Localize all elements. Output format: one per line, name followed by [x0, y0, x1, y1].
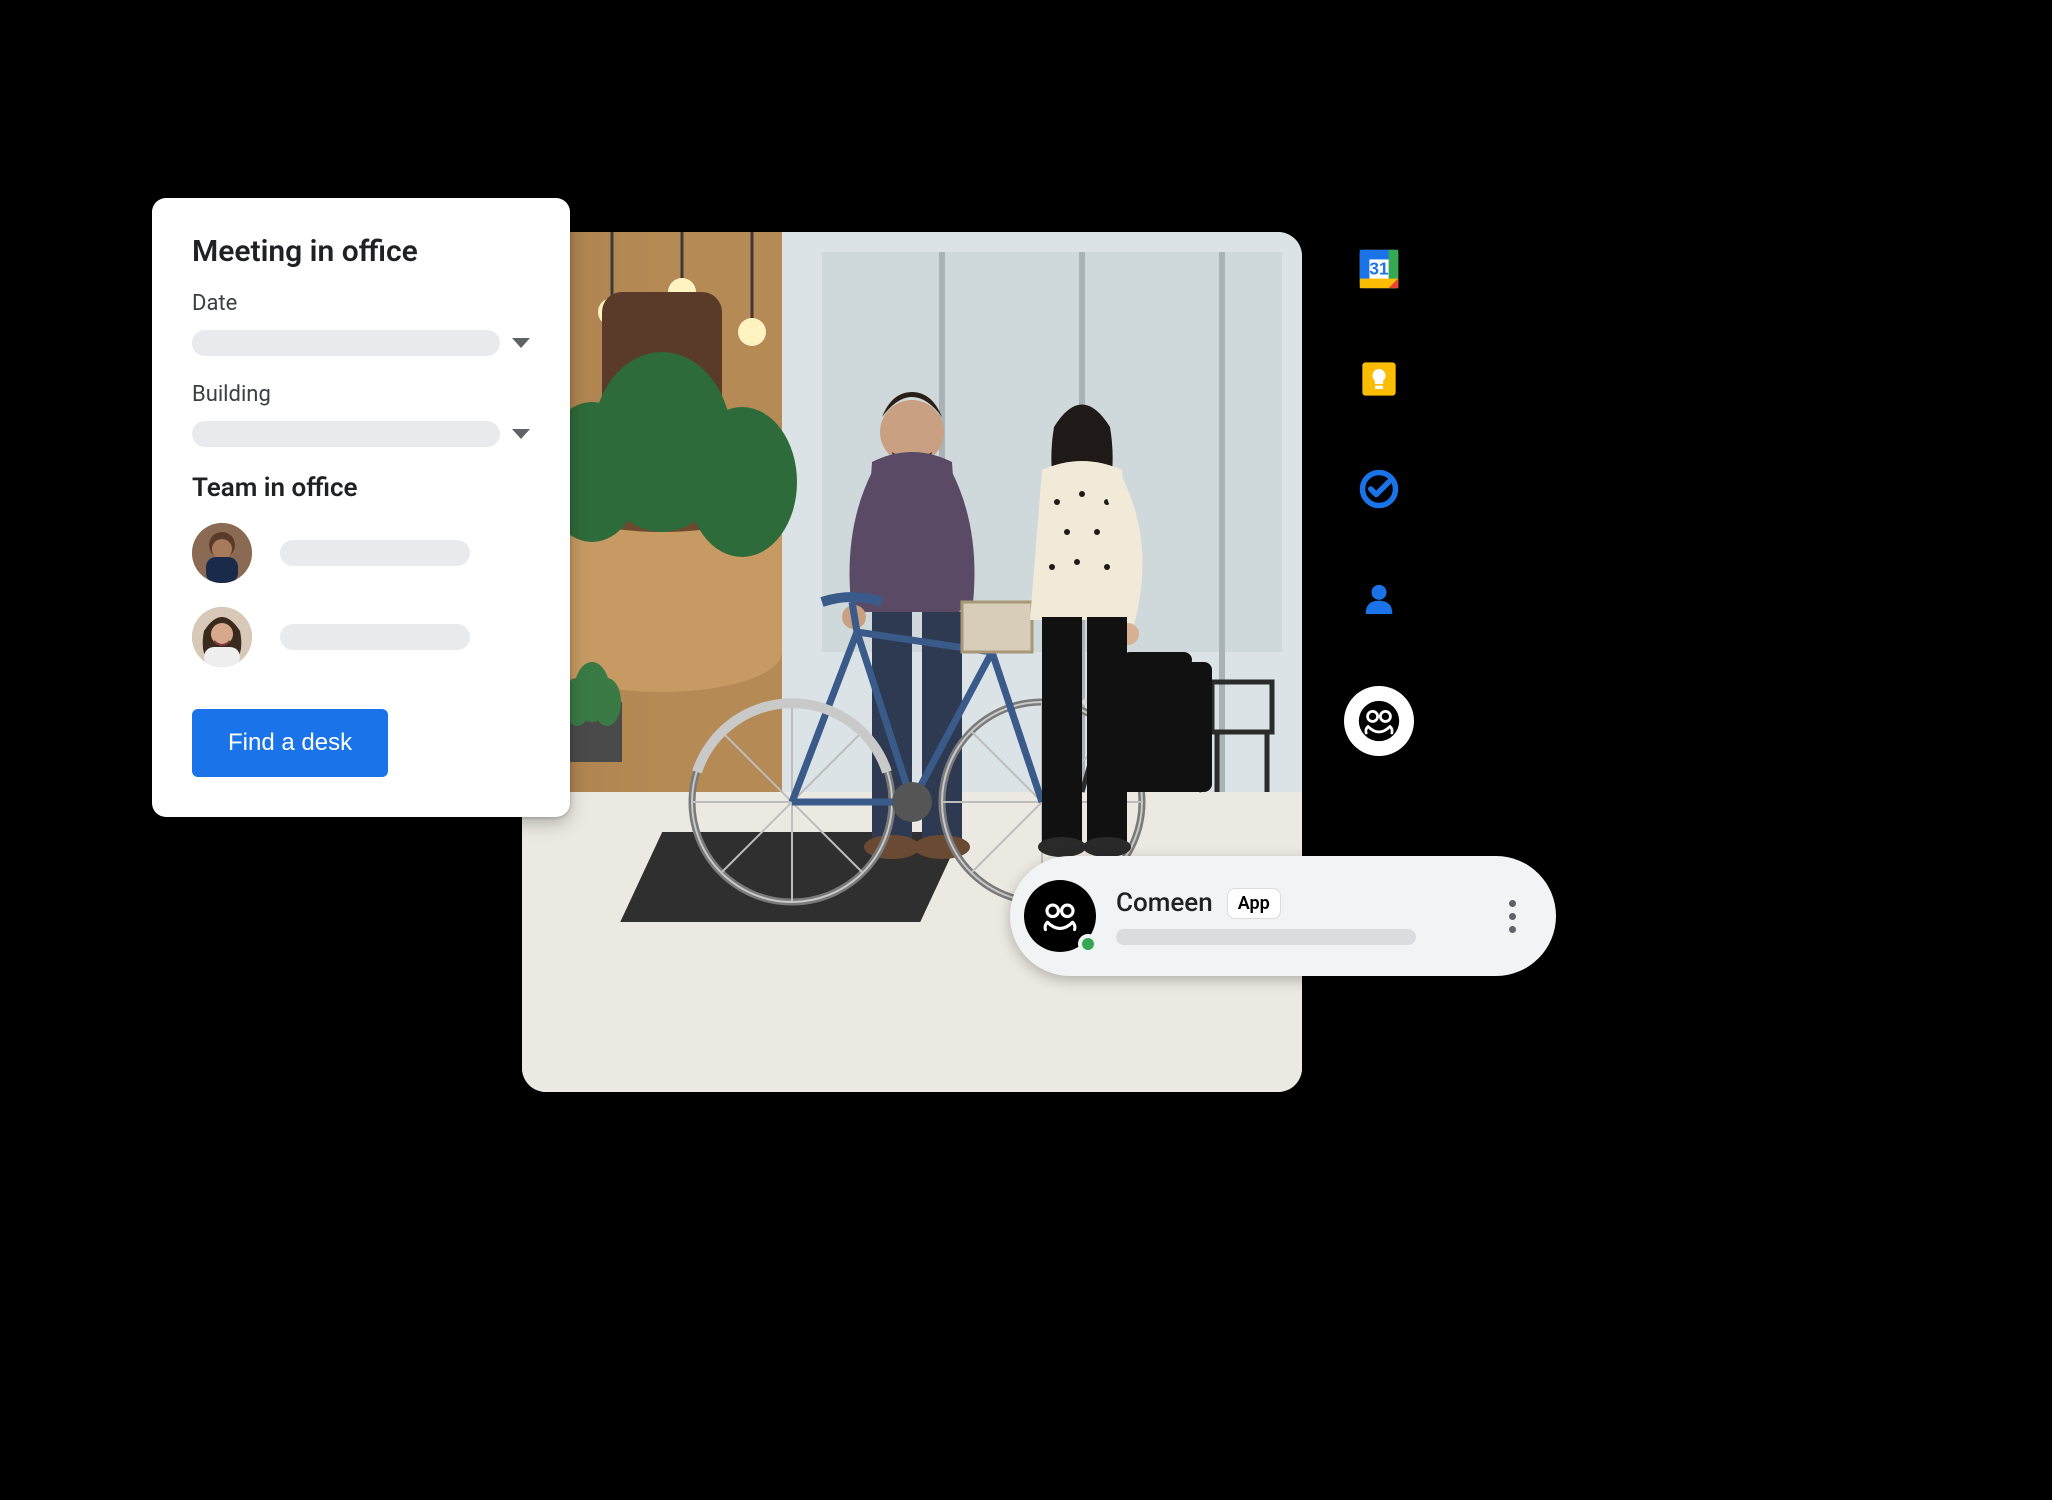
app-badge: App	[1227, 888, 1281, 919]
chat-message-placeholder	[1116, 929, 1416, 945]
svg-text:31: 31	[1369, 259, 1389, 279]
chevron-down-icon	[512, 338, 530, 348]
find-a-desk-button[interactable]: Find a desk	[192, 709, 388, 777]
team-member-row	[192, 523, 530, 583]
team-member-row	[192, 607, 530, 667]
chat-app-name: Comeen	[1116, 888, 1213, 918]
building-select[interactable]	[192, 421, 530, 447]
date-select[interactable]	[192, 330, 530, 356]
google-calendar-icon[interactable]: 31	[1356, 246, 1402, 292]
google-keep-icon[interactable]	[1356, 356, 1402, 402]
team-section-title: Team in office	[192, 473, 530, 503]
team-member-name-placeholder	[280, 540, 470, 566]
more-options-icon[interactable]	[1494, 900, 1530, 933]
comeen-avatar	[1024, 880, 1096, 952]
meeting-in-office-card: Meeting in office Date Building Team in …	[152, 198, 570, 817]
google-tasks-icon[interactable]	[1356, 466, 1402, 512]
chevron-down-icon	[512, 429, 530, 439]
building-value-placeholder	[192, 421, 500, 447]
date-value-placeholder	[192, 330, 500, 356]
google-contacts-icon[interactable]	[1356, 576, 1402, 622]
avatar	[192, 607, 252, 667]
presence-online-indicator	[1078, 934, 1098, 954]
comeen-addon-icon[interactable]	[1344, 686, 1414, 756]
chat-body: Comeen App	[1116, 888, 1474, 945]
right-addon-sidebar: 31	[1344, 246, 1414, 756]
avatar	[192, 523, 252, 583]
comeen-chat-pill[interactable]: Comeen App	[1010, 856, 1556, 976]
date-label: Date	[192, 291, 530, 316]
building-label: Building	[192, 382, 530, 407]
card-title: Meeting in office	[192, 234, 530, 269]
team-member-name-placeholder	[280, 624, 470, 650]
